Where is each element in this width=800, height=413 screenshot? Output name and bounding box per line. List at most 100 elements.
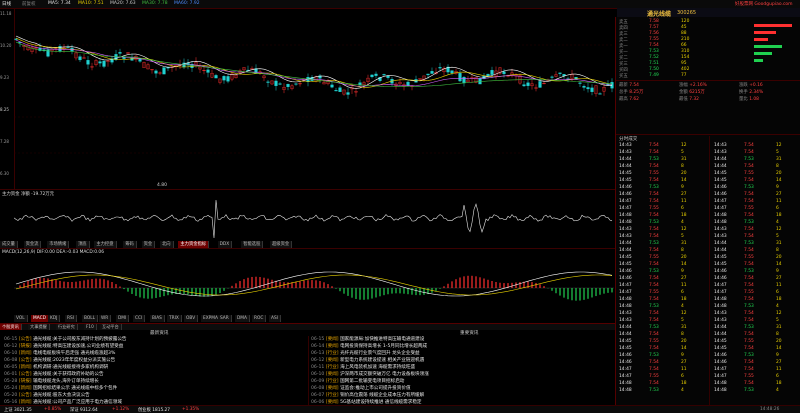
order-row: 买五 7.49 77: [619, 73, 714, 79]
indicator-tab[interactable]: 市场情绪: [47, 241, 70, 248]
news-item[interactable]: 06-10 [要闻] 沪深两市成交额突破万亿 电力设备板块领涨: [311, 371, 612, 378]
tick-row: 14:45 7.55 20: [619, 255, 706, 260]
candle-body: [386, 75, 390, 78]
news-title[interactable]: 输电线缆龙头,海外订单持续增长: [33, 379, 99, 384]
news-item[interactable]: 06-12 [要闻] 新型电力系统建设提速 相关产业链迎机遇: [311, 357, 612, 364]
index-sz[interactable]: 深证 9312.64: [70, 407, 98, 413]
news-item[interactable]: 06-14 [要闻] 电网投资保持高增长 1-5月同比增长超两成: [311, 343, 612, 350]
news-item[interactable]: 06-01 [公告] 通光线缆:关于获得政府补助的公告: [4, 371, 300, 378]
news-tab[interactable]: 个股资讯: [0, 324, 22, 330]
news-title[interactable]: 铜价高位震荡 线缆企业成本压力有所缓解: [340, 393, 424, 398]
tick-list-right[interactable]: 14:43 7.54 12 14:43 7.54 5 14:44 7.53 31 14:44 7.5…: [711, 143, 799, 403]
site-watermark: 好股票网 Goodgupiao.com: [735, 2, 793, 7]
bottom-tab[interactable]: BOLL: [82, 315, 99, 322]
news-item[interactable]: 06-15 [要闻] 国家能源局:加快推进特高压输电通道建设: [311, 336, 612, 343]
candle-body: [586, 87, 590, 90]
news-tab[interactable]: F10: [84, 324, 97, 330]
news-item[interactable]: 05-28 [研报] 输电线缆龙头,海外订单持续增长: [4, 378, 300, 385]
news-title[interactable]: 通光线缆:2023年年度权益分派实施公告: [33, 358, 115, 363]
bottom-tab[interactable]: ASI: [269, 315, 281, 322]
news-title[interactable]: 新型电力系统建设提速 相关产业链迎机遇: [340, 358, 424, 363]
tick-time: 14:46: [619, 276, 632, 281]
news-item[interactable]: 06-09 [行业] 国网第二批输变电项目招标启动: [311, 378, 612, 385]
bottom-tab[interactable]: CCI: [133, 315, 146, 322]
order-price: 7.52: [649, 55, 659, 60]
bottom-tab[interactable]: VOL: [14, 315, 28, 322]
order-volume: 88: [681, 31, 687, 36]
indicator-tab[interactable]: 主力控盘: [94, 241, 117, 248]
indicator-tab[interactable]: DDX: [217, 241, 233, 248]
news-tab[interactable]: 互动平台: [100, 324, 122, 330]
news-item[interactable]: 06-15 [公告] 通光线缆:关于公司股东减持计划的预披露公告: [4, 336, 300, 343]
news-title[interactable]: 通光线缆:特高压建设加速,公司业绩有望受益: [33, 344, 123, 349]
news-item[interactable]: 06-08 [公告] 通光线缆:2023年年度权益分派实施公告: [4, 357, 300, 364]
index-sh[interactable]: 上证 3021.35: [4, 407, 32, 413]
macd-chart[interactable]: [14, 256, 614, 314]
bottom-tab[interactable]: WR: [99, 315, 112, 322]
news-title[interactable]: 光纤光缆行业景气度回升 龙头企业受益: [340, 351, 420, 356]
news-item[interactable]: 06-13 [行业] 光纤光缆行业景气度回升 龙头企业受益: [311, 350, 612, 357]
indicator-tab[interactable]: 超级资金: [270, 241, 293, 248]
bottom-tab[interactable]: DMA: [235, 315, 250, 322]
news-title[interactable]: 海上风电装机加速 海缆需求持续旺盛: [340, 365, 415, 370]
candle-body: [78, 56, 82, 61]
news-tab[interactable]: 大事提醒: [28, 324, 50, 330]
news-item[interactable]: 05-20 [公告] 通光线缆:股东大会决议公告: [4, 392, 300, 399]
macd-panel: MACD(12,26,9) DIF:0.00 DEA:-0.03 MACD:0.…: [0, 248, 615, 324]
period-label[interactable]: 日线: [2, 1, 11, 7]
indicator-tab[interactable]: 资金: [141, 241, 156, 248]
tick-time: 14:48: [619, 297, 632, 302]
bottom-tab[interactable]: TRIX: [167, 315, 182, 322]
news-title[interactable]: 通光线缆:关于公司股东减持计划的预披露公告: [33, 337, 126, 342]
news-item[interactable]: 06-12 [研报] 通光线缆:特高压建设加速,公司业绩有望受益: [4, 343, 300, 350]
ma30-label: MA30: 7.78: [142, 1, 168, 6]
news-title[interactable]: 通光线缆:股东大会决议公告: [33, 393, 90, 398]
indicator-tab[interactable]: 成交量: [0, 241, 18, 248]
tick-list[interactable]: 14:43 7.54 12 14:43 7.54 5 14:44 7.53 31 14:44 7.5…: [616, 143, 708, 403]
indicator-tab[interactable]: 筹码: [123, 241, 137, 248]
tick-time: 14:44: [619, 157, 632, 162]
bottom-tab[interactable]: ROC: [252, 315, 267, 322]
news-tab[interactable]: 行业研究: [56, 324, 78, 330]
tick-volume: 27: [776, 276, 782, 281]
bottom-tab[interactable]: RSI: [65, 315, 77, 322]
tick-time: 14:44: [619, 325, 632, 330]
news-item[interactable]: 06-05 [新闻] 机构调研:通光线缆接待多家机构调研: [4, 364, 300, 371]
news-title[interactable]: 电网投资保持高增长 1-5月同比增长超两成: [340, 344, 427, 349]
bottom-tab[interactable]: BIAS: [150, 315, 165, 322]
indicator-tab[interactable]: 北向: [160, 241, 174, 248]
indicator-tab[interactable]: 资金流: [23, 241, 42, 248]
news-title[interactable]: 国网招标结果公示 通光线缆中标多个包件: [33, 386, 117, 391]
news-title[interactable]: 沪深两市成交额突破万亿 电力设备板块领涨: [340, 372, 429, 377]
bottom-tab[interactable]: SAR: [218, 315, 232, 322]
bottom-tab[interactable]: OBV: [184, 315, 199, 322]
tick-volume: 27: [776, 192, 782, 197]
tick-volume: 18: [681, 381, 687, 386]
order-price: 7.53: [649, 49, 659, 54]
tick-volume: 8: [681, 332, 684, 337]
bottom-tab[interactable]: MACD: [31, 315, 49, 322]
index-cyb[interactable]: 创业板 1815.27: [138, 407, 170, 413]
news-title[interactable]: 机构调研:通光线缆接待多家机构调研: [33, 365, 108, 370]
indicator-tab[interactable]: 智能选股: [241, 241, 264, 248]
news-title[interactable]: 电线电缆板块午后走强 通光线缆涨超3%: [33, 351, 115, 356]
news-title[interactable]: 国家能源局:加快推进特高压输电通道建设: [340, 337, 424, 342]
adjust-label[interactable]: 前复权: [22, 1, 36, 7]
tick-volume: 11: [776, 199, 782, 204]
news-item[interactable]: 05-24 [新闻] 国网招标结果公示 通光线缆中标多个包件: [4, 385, 300, 392]
news-item[interactable]: 06-08 [要闻] 证监会:推动上市公司提升投资价值: [311, 385, 612, 392]
news-title[interactable]: 国网第二批输变电项目招标启动: [340, 379, 404, 384]
news-item[interactable]: 06-10 [新闻] 电线电缆板块午后走强 通光线缆涨超3%: [4, 350, 300, 357]
candle-body: [206, 69, 210, 73]
bottom-tab[interactable]: DMI: [116, 315, 130, 322]
bottom-tab[interactable]: KDJ: [48, 315, 61, 322]
tick-volume: 9: [776, 353, 779, 358]
news-item[interactable]: 06-11 [行业] 海上风电装机加速 海缆需求持续旺盛: [311, 364, 612, 371]
indicator-tab[interactable]: 主力资金指标: [178, 241, 210, 248]
news-title[interactable]: 通光线缆:关于获得政府补助的公告: [33, 372, 103, 377]
candlestick-chart[interactable]: 4.80: [14, 9, 614, 189]
order-row: 卖一 7.54 66: [619, 43, 714, 49]
news-item[interactable]: 06-07 [行业] 铜价高位震荡 线缆企业成本压力有所缓解: [311, 392, 612, 399]
indicator-tab[interactable]: 顶底: [76, 241, 90, 248]
news-title[interactable]: 证监会:推动上市公司提升投资价值: [340, 386, 410, 391]
